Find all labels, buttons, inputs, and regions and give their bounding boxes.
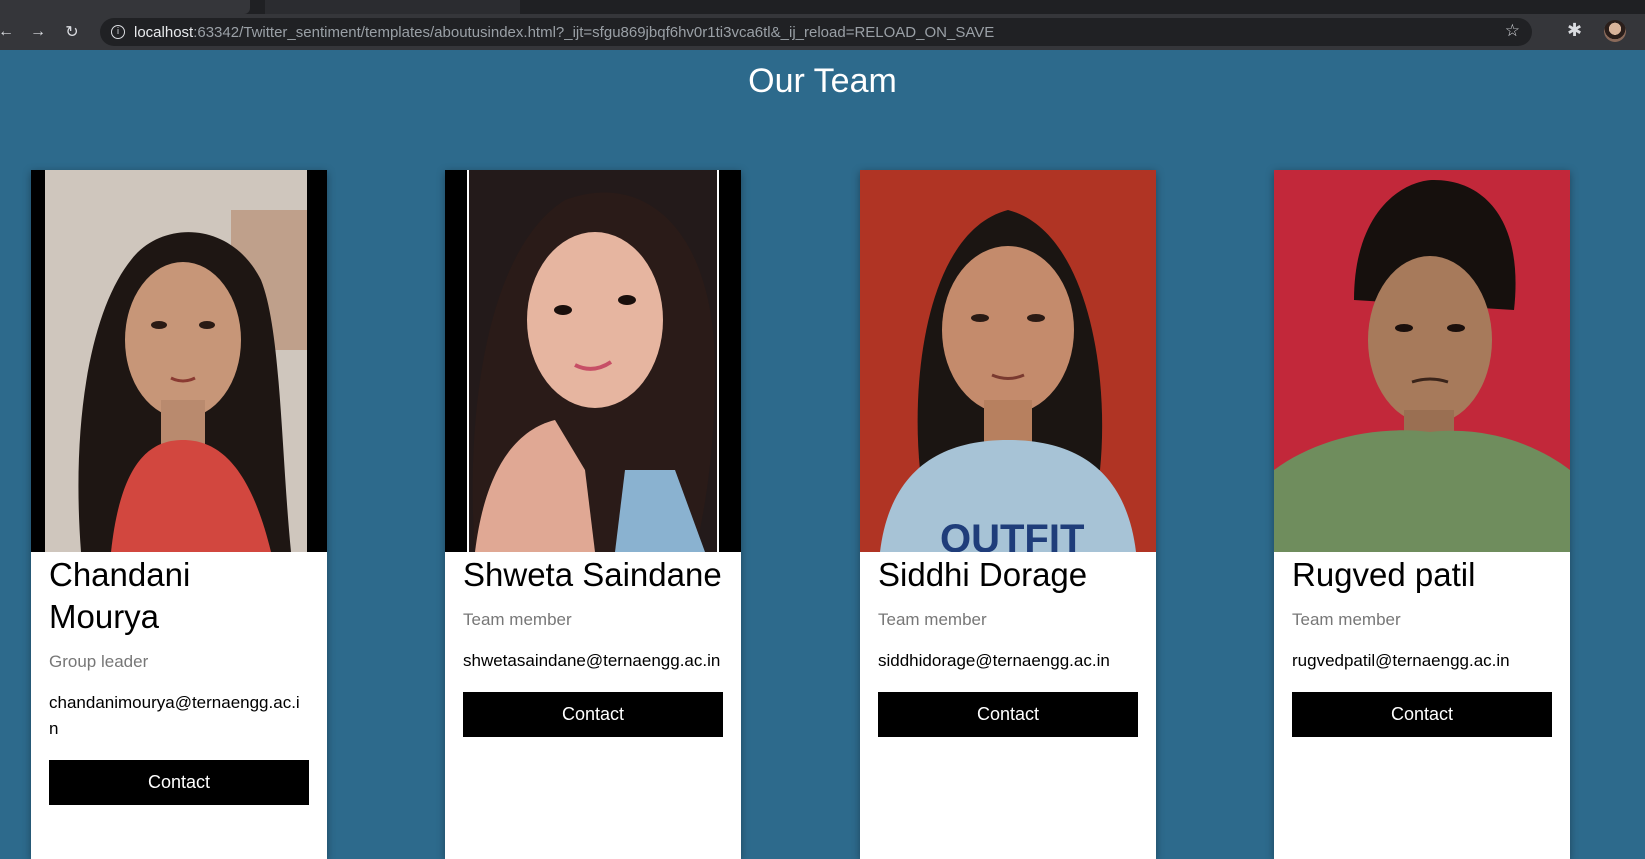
contact-button[interactable]: Contact bbox=[878, 692, 1138, 737]
url-host: localhost bbox=[134, 24, 194, 41]
contact-button[interactable]: Contact bbox=[1292, 692, 1552, 737]
browser-tab-strip bbox=[0, 0, 1645, 14]
member-name: Siddhi Dorage bbox=[878, 556, 1088, 593]
address-bar[interactable]: i localhost:63342/Twitter_sentiment/temp… bbox=[100, 18, 1532, 46]
member-info: Chandani Mourya Group leader chandanimou… bbox=[49, 554, 309, 805]
member-email: siddhidorage@ternaengg.ac.in bbox=[878, 651, 1110, 670]
member-photo bbox=[445, 170, 741, 552]
member-name: Chandani Mourya bbox=[49, 556, 191, 635]
page-title: Our Team bbox=[748, 62, 897, 100]
url-text[interactable]: localhost:63342/Twitter_sentiment/templa… bbox=[134, 24, 994, 41]
member-role: Team member bbox=[463, 610, 572, 629]
member-info: Rugved patil Team member rugvedpatil@ter… bbox=[1292, 554, 1552, 737]
team-card: Shweta Saindane Team member shwetasainda… bbox=[445, 170, 741, 859]
star-icon[interactable]: ☆ bbox=[1505, 21, 1520, 41]
back-arrow-icon[interactable]: ← bbox=[0, 20, 18, 44]
svg-text:OUTFIT: OUTFIT bbox=[940, 517, 1084, 552]
member-email: shwetasaindane@ternaengg.ac.in bbox=[463, 651, 721, 670]
member-photo: OUTFIT bbox=[860, 170, 1156, 552]
member-role: Team member bbox=[878, 610, 987, 629]
member-info: Shweta Saindane Team member shwetasainda… bbox=[463, 554, 723, 737]
member-name: Shweta Saindane bbox=[463, 556, 722, 593]
browser-toolbar: ← → ↻ i localhost:63342/Twitter_sentimen… bbox=[0, 14, 1645, 50]
member-photo bbox=[1274, 170, 1570, 552]
forward-arrow-icon[interactable]: → bbox=[26, 20, 50, 44]
member-role: Group leader bbox=[49, 652, 149, 671]
team-card: Chandani Mourya Group leader chandanimou… bbox=[31, 170, 327, 859]
member-role: Team member bbox=[1292, 610, 1401, 629]
profile-avatar-icon[interactable] bbox=[1604, 20, 1626, 42]
reload-icon[interactable]: ↻ bbox=[60, 20, 84, 44]
member-email: rugvedpatil@ternaengg.ac.in bbox=[1292, 651, 1510, 670]
team-card: Rugved patil Team member rugvedpatil@ter… bbox=[1274, 170, 1570, 859]
member-email: chandanimourya@ternaengg.ac.in bbox=[49, 693, 300, 738]
info-icon[interactable]: i bbox=[111, 25, 125, 39]
contact-button[interactable]: Contact bbox=[49, 760, 309, 805]
browser-tab[interactable] bbox=[0, 0, 250, 14]
browser-tab-active[interactable] bbox=[265, 0, 520, 14]
contact-button[interactable]: Contact bbox=[463, 692, 723, 737]
member-photo bbox=[31, 170, 327, 552]
member-info: Siddhi Dorage Team member siddhidorage@t… bbox=[878, 554, 1138, 737]
team-card: OUTFIT Siddhi Dorage Team member siddhid… bbox=[860, 170, 1156, 859]
extensions-icon[interactable]: ✱ bbox=[1567, 20, 1582, 41]
member-name: Rugved patil bbox=[1292, 556, 1476, 593]
url-path: :63342/Twitter_sentiment/templates/about… bbox=[193, 24, 995, 41]
